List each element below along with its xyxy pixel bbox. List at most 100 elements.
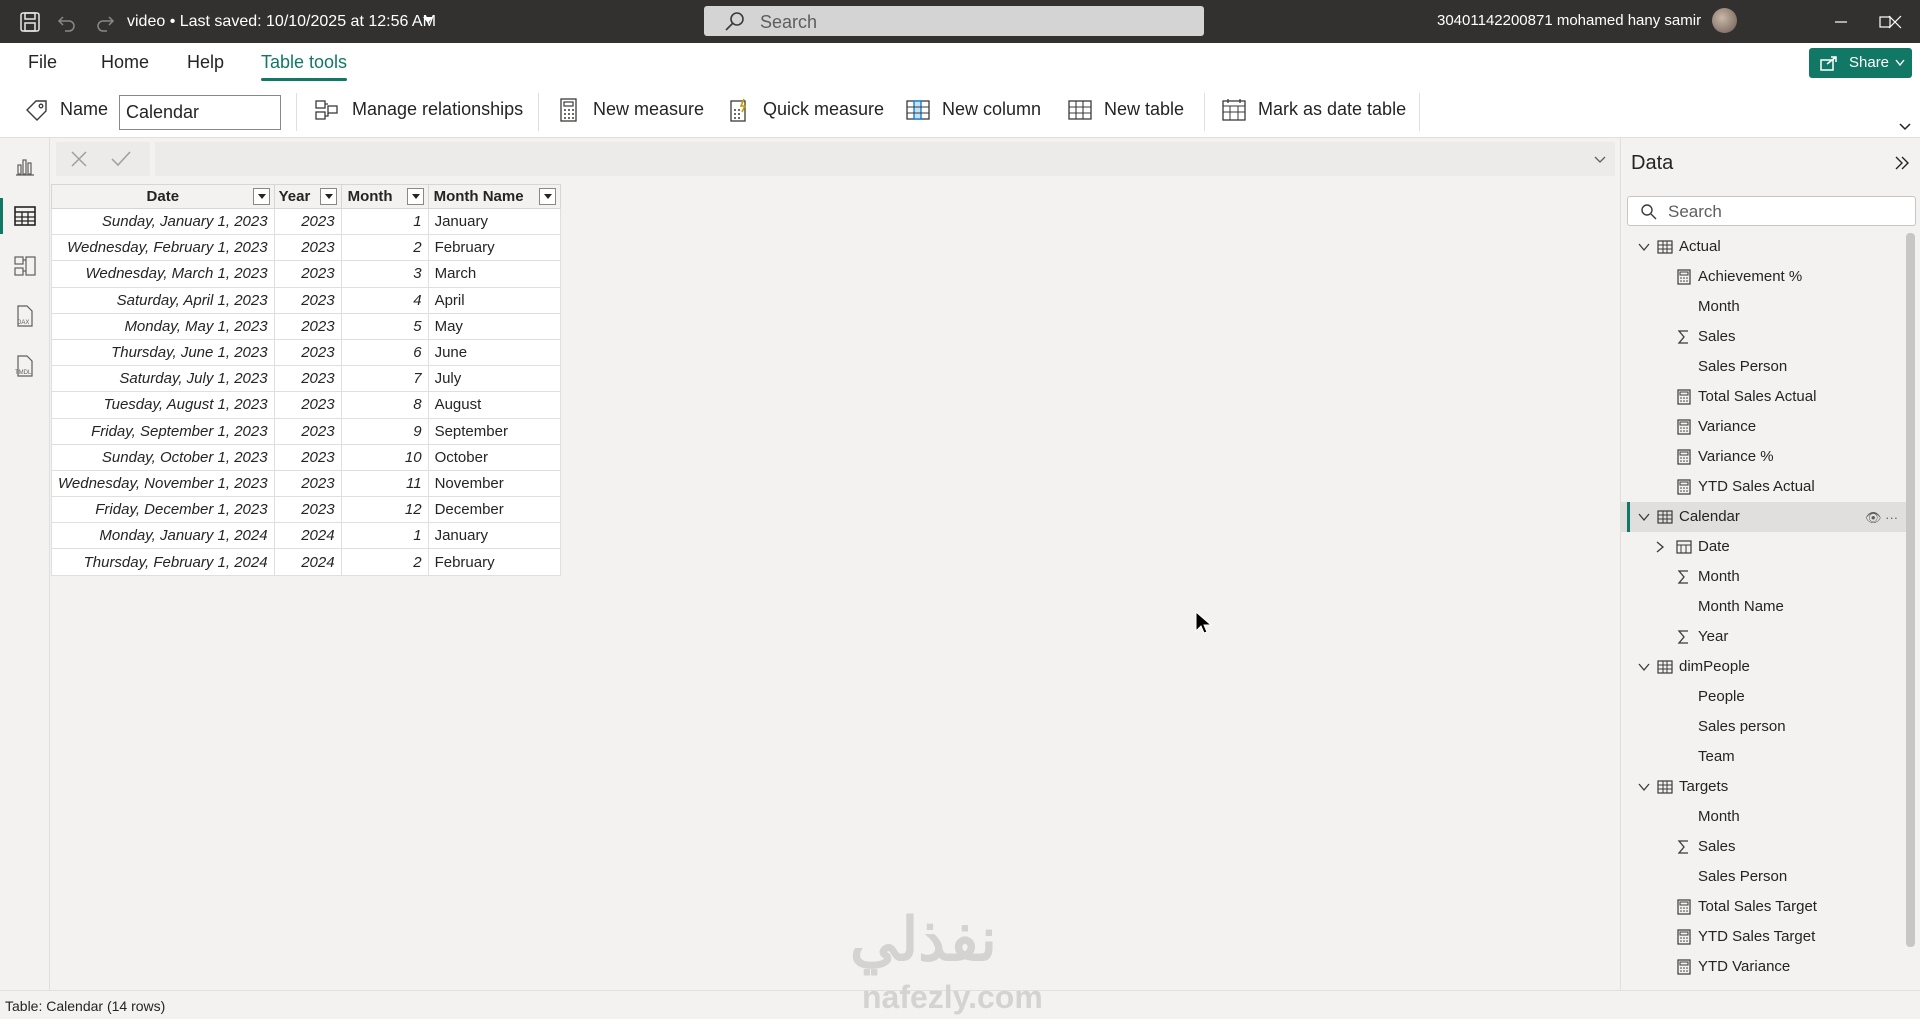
cell-month[interactable]: 8 <box>340 391 429 419</box>
tree-table-node[interactable]: dimPeople <box>1621 652 1907 682</box>
tree-field-node[interactable]: Achievement % <box>1621 262 1907 292</box>
quick-measure-button[interactable]: Quick measure <box>726 96 886 124</box>
cell-date[interactable]: Thursday, February 1, 2024 <box>51 548 275 576</box>
filter-dropdown-icon[interactable] <box>538 188 556 205</box>
cell-month-name[interactable]: December <box>427 496 561 524</box>
cell-date[interactable]: Wednesday, November 1, 2023 <box>51 469 275 498</box>
cell-month[interactable]: 12 <box>340 496 429 524</box>
table-view-button[interactable] <box>0 192 50 240</box>
tree-field-node[interactable]: Year <box>1621 622 1907 652</box>
cell-year[interactable]: 2023 <box>273 496 342 524</box>
cell-date[interactable]: Wednesday, March 1, 2023 <box>51 260 275 288</box>
tree-field-node[interactable]: Sales person <box>1621 712 1907 742</box>
manage-relationships-button[interactable]: Manage relationships <box>314 96 524 124</box>
report-view-button[interactable] <box>0 142 50 190</box>
cell-month-name[interactable]: July <box>427 365 561 393</box>
tree-field-node[interactable]: Sales Person <box>1621 862 1907 892</box>
dax-query-view-button[interactable]: DAX <box>0 292 50 340</box>
table-name-input[interactable] <box>119 95 281 130</box>
cell-month-name[interactable]: March <box>427 260 561 288</box>
tab-table-tools[interactable]: Table tools <box>261 52 348 81</box>
cell-month-name[interactable]: February <box>427 548 561 576</box>
cell-year[interactable]: 2023 <box>273 260 342 288</box>
cell-date[interactable]: Saturday, July 1, 2023 <box>51 365 275 393</box>
cell-month[interactable]: 5 <box>340 312 429 340</box>
formula-input[interactable] <box>155 142 1615 176</box>
tree-field-node[interactable]: Total Sales Target <box>1621 892 1907 922</box>
new-column-button[interactable]: New column <box>905 96 1050 124</box>
tree-field-node[interactable]: Team <box>1621 742 1907 772</box>
cell-date[interactable]: Sunday, January 1, 2023 <box>51 207 275 236</box>
tree-field-node[interactable]: Date <box>1621 532 1907 562</box>
chevron-down-icon[interactable] <box>1637 240 1651 254</box>
chevron-down-icon[interactable] <box>1637 780 1651 794</box>
tree-field-node[interactable]: Month <box>1621 292 1907 322</box>
tree-field-node[interactable]: Sales <box>1621 322 1907 352</box>
cell-year[interactable]: 2023 <box>273 312 342 340</box>
tree-table-node[interactable]: Calendar 👁 ··· <box>1621 502 1907 532</box>
tree-field-node[interactable]: Total Sales Actual <box>1621 382 1907 412</box>
cell-year[interactable]: 2024 <box>273 548 342 576</box>
filter-dropdown-icon[interactable] <box>252 188 270 205</box>
cell-month-name[interactable]: May <box>427 312 561 340</box>
share-button[interactable]: Share <box>1809 48 1912 78</box>
filter-dropdown-icon[interactable] <box>319 188 337 205</box>
tree-field-node[interactable]: YTD Variance <box>1621 952 1907 982</box>
column-header-month-name[interactable]: Month Name <box>427 184 561 209</box>
save-icon[interactable] <box>18 10 42 34</box>
close-button[interactable] <box>1872 0 1918 43</box>
cell-month-name[interactable]: November <box>427 469 561 498</box>
collapse-pane-icon[interactable] <box>1893 154 1911 172</box>
cell-month-name[interactable]: October <box>427 443 561 471</box>
redo-icon[interactable] <box>93 10 117 34</box>
user-name[interactable]: 30401142200871 mohamed hany samir <box>1437 12 1701 29</box>
cell-year[interactable]: 2023 <box>273 417 342 445</box>
data-pane-scrollbar[interactable] <box>1906 233 1915 947</box>
undo-icon[interactable] <box>55 10 79 34</box>
cell-month[interactable]: 2 <box>340 234 429 262</box>
cell-month-name[interactable]: January <box>427 522 561 550</box>
ribbon-collapse-icon[interactable] <box>1898 122 1912 132</box>
cell-month-name[interactable]: February <box>427 234 561 262</box>
cell-date[interactable]: Sunday, October 1, 2023 <box>51 443 275 471</box>
column-header-year[interactable]: Year <box>273 184 342 209</box>
tree-field-node[interactable]: YTD Sales Target <box>1621 922 1907 952</box>
new-measure-button[interactable]: New measure <box>556 96 706 124</box>
tab-home[interactable]: Home <box>101 52 149 73</box>
new-table-button[interactable]: New table <box>1067 96 1197 124</box>
cell-date[interactable]: Monday, May 1, 2023 <box>51 312 275 340</box>
cell-date[interactable]: Tuesday, August 1, 2023 <box>51 391 275 419</box>
cancel-icon[interactable] <box>70 150 88 168</box>
cell-month[interactable]: 10 <box>340 443 429 471</box>
cell-month[interactable]: 6 <box>340 338 429 367</box>
cell-year[interactable]: 2024 <box>273 522 342 550</box>
commit-icon[interactable] <box>110 150 132 168</box>
cell-year[interactable]: 2023 <box>273 286 342 314</box>
tree-field-node[interactable]: YTD Sales Actual <box>1621 472 1907 502</box>
cell-date[interactable]: Friday, September 1, 2023 <box>51 417 275 445</box>
tmdl-view-button[interactable]: TMDL <box>0 342 50 390</box>
minimize-button[interactable] <box>1818 0 1864 43</box>
cell-date[interactable]: Wednesday, February 1, 2023 <box>51 234 275 262</box>
cell-month[interactable]: 3 <box>340 260 429 288</box>
cell-month-name[interactable]: September <box>427 417 561 445</box>
cell-month[interactable]: 1 <box>340 522 429 550</box>
cell-date[interactable]: Monday, January 1, 2024 <box>51 522 275 550</box>
cell-year[interactable]: 2023 <box>273 469 342 498</box>
column-header-month[interactable]: Month <box>340 184 429 209</box>
cell-month[interactable]: 1 <box>340 207 429 236</box>
expand-formula-icon[interactable] <box>1593 155 1607 164</box>
tree-table-node[interactable]: Actual <box>1621 232 1907 262</box>
filter-dropdown-icon[interactable] <box>406 188 424 205</box>
tree-field-node[interactable]: Month <box>1621 802 1907 832</box>
tree-field-node[interactable]: Month Name <box>1621 592 1907 622</box>
cell-month-name[interactable]: June <box>427 338 561 367</box>
cell-month-name[interactable]: January <box>427 207 561 236</box>
data-search-input[interactable]: Search <box>1627 196 1916 226</box>
cell-date[interactable]: Saturday, April 1, 2023 <box>51 286 275 314</box>
avatar[interactable] <box>1712 8 1737 33</box>
cell-year[interactable]: 2023 <box>273 207 342 236</box>
tree-field-node[interactable]: Variance <box>1621 412 1907 442</box>
cell-month[interactable]: 2 <box>340 548 429 576</box>
tree-field-node[interactable]: Variance % <box>1621 442 1907 472</box>
